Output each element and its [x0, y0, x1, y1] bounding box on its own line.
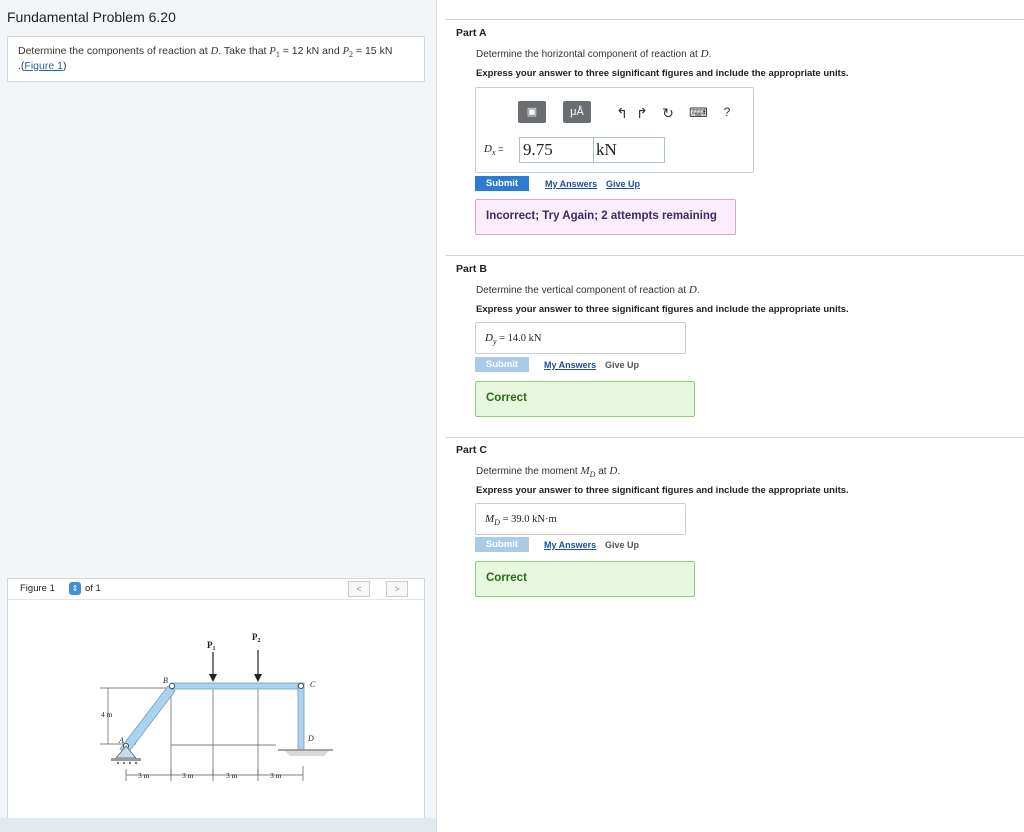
member-ab [119, 685, 176, 754]
pin-b [168, 683, 175, 690]
label-dim-1: 3 m [138, 771, 150, 780]
figure-label: Figure 1 [20, 583, 55, 594]
value-input[interactable] [519, 137, 594, 163]
dimension-lines [100, 687, 304, 781]
figure-link[interactable]: Figure 1 [24, 60, 63, 72]
part-a-my-answers-link[interactable]: My Answers [545, 179, 597, 189]
part-c-answer: MD = 39.0 kN·m [485, 513, 557, 528]
help-icon[interactable]: ? [718, 105, 736, 119]
figure-count: of 1 [85, 583, 101, 594]
answer-editor: ▣ μÅ ↰ ↱ ↻ ⌨ ? Dx = [475, 87, 754, 173]
problem-statement: Determine the components of reaction at … [7, 36, 425, 82]
frame-members [119, 682, 305, 754]
figure-toolbar: Figure 1 ⇕ of 1 < > [8, 579, 424, 600]
part-a-question: Determine the horizontal component of re… [476, 48, 712, 60]
label-d: D [307, 734, 314, 743]
redo-icon[interactable]: ↱ [633, 105, 651, 122]
part-b-divider [446, 255, 1024, 256]
template-icon: ▣ [526, 106, 538, 118]
figure-reference: .(Figure 1) [18, 60, 67, 72]
member-bc [170, 682, 305, 690]
load-arrows [212, 650, 259, 676]
problem-title: Fundamental Problem 6.20 [7, 9, 176, 25]
correct-message: Correct [486, 392, 527, 404]
part-c-instruction: Express your answer to three significant… [476, 485, 849, 496]
reset-icon[interactable]: ↻ [659, 105, 677, 122]
part-b-answer: Dy = 14.0 kN [485, 332, 542, 347]
template-button[interactable]: ▣ [518, 101, 546, 123]
undo-icon[interactable]: ↰ [613, 105, 631, 122]
part-b-feedback: Correct [475, 381, 695, 417]
part-c-give-up-label: Give Up [605, 540, 640, 550]
prev-figure-button[interactable]: < [348, 581, 370, 597]
p2-arrowhead [254, 674, 262, 682]
bottom-strip [0, 818, 436, 832]
label-a: A [118, 736, 124, 745]
part-c-submit-button[interactable]: Submit [475, 537, 529, 552]
figure-selector[interactable]: ⇕ [69, 582, 81, 595]
part-b-title: Part B [456, 263, 487, 275]
part-a-feedback: Incorrect; Try Again; 2 attempts remaini… [475, 199, 736, 235]
pin-c [297, 683, 304, 690]
label-height: 4 m [101, 710, 113, 719]
label-b: B [163, 676, 168, 685]
label-dim-3: 3 m [226, 771, 238, 780]
part-b-submit-button[interactable]: Submit [475, 357, 529, 372]
part-a-divider [446, 19, 1024, 20]
problem-panel: Fundamental Problem 6.20 Determine the c… [0, 0, 437, 832]
member-cd [297, 682, 305, 751]
label-c: C [310, 680, 316, 689]
next-figure-button[interactable]: > [386, 581, 408, 597]
part-c-my-answers-link[interactable]: My Answers [544, 540, 596, 550]
label-dim-2: 3 m [182, 771, 194, 780]
p1-arrowhead [209, 674, 217, 682]
correct-message: Correct [486, 572, 527, 584]
part-a-submit-button[interactable]: Submit [475, 176, 529, 191]
part-b-answer-box: Dy = 14.0 kN [475, 322, 686, 354]
frame-diagram: P1 P2 B C A D 4 m 3 m 3 m 3 m 3 m [100, 632, 333, 781]
part-c-feedback: Correct [475, 561, 695, 597]
part-a-give-up-link[interactable]: Give Up [606, 179, 640, 189]
part-b-instruction: Express your answer to three significant… [476, 304, 849, 315]
label-p1: P1 [207, 640, 216, 652]
units-button[interactable]: μÅ [563, 101, 591, 123]
part-a-instruction: Express your answer to three significant… [476, 68, 849, 79]
part-c-title: Part C [456, 444, 487, 456]
pin-support-a [111, 745, 141, 765]
incorrect-message: Incorrect; Try Again; 2 attempts remaini… [486, 210, 717, 222]
unit-input[interactable] [593, 137, 665, 163]
label-dim-4: 3 m [270, 771, 282, 780]
updown-icon: ⇕ [71, 584, 79, 593]
part-c-question: Determine the moment MD at D. [476, 465, 621, 479]
fixed-support-d [278, 749, 333, 756]
part-b-give-up-label: Give Up [605, 360, 640, 370]
units-icon: μÅ [570, 106, 584, 118]
part-c-divider [446, 437, 1024, 438]
problem-text: Determine the components of reaction at … [18, 45, 393, 60]
part-a-title: Part A [456, 27, 487, 39]
keyboard-icon[interactable]: ⌨ [689, 105, 708, 121]
part-b-question: Determine the vertical component of reac… [476, 284, 700, 296]
part-c-answer-box: MD = 39.0 kN·m [475, 503, 686, 535]
dx-label: Dx = [484, 143, 504, 158]
label-p2: P2 [252, 632, 261, 644]
part-b-my-answers-link[interactable]: My Answers [544, 360, 596, 370]
figure-panel: Figure 1 ⇕ of 1 < > P1 P2 B C A D 4 m 3 … [7, 578, 425, 820]
